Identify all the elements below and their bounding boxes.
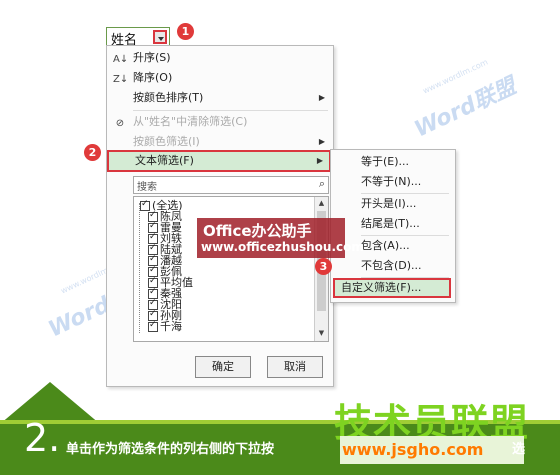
step-number: 2. bbox=[24, 416, 61, 460]
submenu-item-label: 包含(A)... bbox=[361, 239, 410, 252]
submenu-arrow-icon: ▶ bbox=[316, 156, 323, 165]
scroll-up-icon[interactable]: ▲ bbox=[317, 199, 326, 208]
submenu-item-label: 结尾是(T)... bbox=[361, 217, 420, 230]
submenu-item-label: 等于(E)... bbox=[361, 155, 410, 168]
watermark-logo: Word联盟 bbox=[410, 73, 521, 143]
menu-item-label: 按颜色筛选(I) bbox=[133, 135, 200, 148]
scroll-down-icon[interactable]: ▼ bbox=[317, 329, 326, 338]
column-header-cell[interactable]: 姓名 bbox=[106, 27, 170, 48]
list-item[interactable]: 千海 bbox=[148, 320, 182, 333]
menu-item-label: 降序(O) bbox=[133, 71, 173, 84]
menu-item-label: 文本筛选(F) bbox=[135, 154, 194, 167]
step-marker-1: 1 bbox=[177, 23, 194, 40]
checkbox[interactable] bbox=[148, 320, 158, 332]
list-item-label: 千海 bbox=[160, 320, 182, 333]
instruction-text: 单击作为筛选条件的列右侧的下拉按 bbox=[66, 442, 275, 457]
sort-ascending-icon: A↓ bbox=[113, 54, 129, 65]
filter-menu: A↓ 升序(S) Z↓ 降序(O) 按颜色排序(T) ▶ ⊘ 从"姓名"中清除筛… bbox=[106, 45, 334, 387]
submenu-item-label: 自定义筛选(F)... bbox=[341, 281, 422, 294]
submenu-arrow-icon: ▶ bbox=[318, 137, 325, 146]
clear-filter-icon: ⊘ bbox=[115, 118, 125, 129]
submenu-item-equals[interactable]: 等于(E)... bbox=[331, 152, 453, 172]
cancel-button[interactable]: 取消 bbox=[267, 356, 323, 378]
step-marker-2: 2 bbox=[84, 144, 101, 161]
submenu-item-begins-with[interactable]: 开头是(I)... bbox=[331, 194, 453, 214]
ok-button[interactable]: 确定 bbox=[195, 356, 251, 378]
menu-item-filter-by-color[interactable]: 按颜色筛选(I) ▶ bbox=[107, 132, 331, 152]
menu-item-label: 按颜色排序(T) bbox=[133, 91, 204, 104]
search-icon: ⌕ bbox=[318, 177, 325, 190]
office-brand-overlay: Office办公助手 www.officezhushou.com bbox=[197, 218, 364, 258]
menu-item-sort-descending[interactable]: Z↓ 降序(O) bbox=[107, 68, 331, 88]
menu-item-clear-filter[interactable]: ⊘ 从"姓名"中清除筛选(C) bbox=[107, 112, 331, 132]
menu-item-sort-by-color[interactable]: 按颜色排序(T) ▶ bbox=[107, 88, 331, 108]
instruction-text-tail: 选 bbox=[512, 442, 526, 457]
sort-descending-icon: Z↓ bbox=[113, 74, 129, 85]
step-marker-3: 3 bbox=[315, 258, 332, 275]
search-input[interactable]: 搜索 ⌕ bbox=[133, 176, 329, 194]
menu-item-label: 从"姓名"中清除筛选(C) bbox=[133, 115, 248, 128]
submenu-item-not-contains[interactable]: 不包含(D)... bbox=[331, 256, 453, 276]
overlay-title: Office办公助手 bbox=[203, 222, 312, 240]
submenu-arrow-icon: ▶ bbox=[318, 93, 325, 102]
submenu-item-ends-with[interactable]: 结尾是(T)... bbox=[331, 214, 453, 234]
filter-dropdown-button[interactable] bbox=[153, 30, 167, 44]
menu-separator bbox=[133, 110, 328, 111]
site-logo-url: www.jsgho.com bbox=[340, 436, 524, 464]
menu-item-label: 升序(S) bbox=[133, 51, 171, 64]
overlay-url: www.officezhushou.com bbox=[201, 240, 364, 254]
submenu-item-not-equals[interactable]: 不等于(N)... bbox=[331, 172, 453, 192]
text-filter-submenu: 等于(E)... 不等于(N)... 开头是(I)... 结尾是(T)... 包… bbox=[330, 149, 456, 303]
submenu-item-label: 不包含(D)... bbox=[361, 259, 422, 272]
tree-line bbox=[139, 203, 141, 333]
menu-item-sort-ascending[interactable]: A↓ 升序(S) bbox=[107, 48, 331, 68]
menu-item-text-filter[interactable]: 文本筛选(F) ▶ bbox=[107, 150, 331, 172]
submenu-item-label: 开头是(I)... bbox=[361, 197, 417, 210]
submenu-item-custom-filter[interactable]: 自定义筛选(F)... bbox=[333, 278, 451, 298]
search-placeholder: 搜索 bbox=[137, 182, 157, 193]
submenu-item-label: 不等于(N)... bbox=[361, 175, 422, 188]
